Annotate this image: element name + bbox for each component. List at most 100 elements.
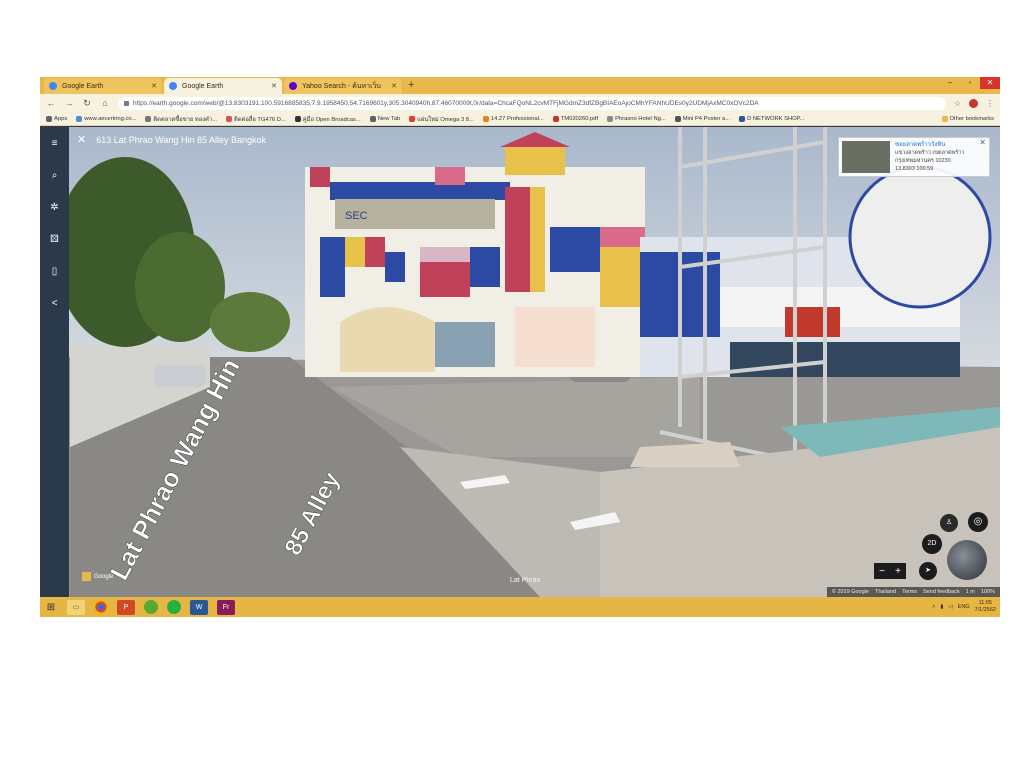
zoom-in-button[interactable]: + bbox=[895, 566, 901, 577]
bookmark-item[interactable]: www.aecertring.co... bbox=[76, 115, 136, 122]
youtube-icon bbox=[409, 115, 416, 122]
close-street-view-icon[interactable]: ✕ bbox=[77, 133, 86, 146]
volume-icon[interactable]: ◁ bbox=[948, 604, 952, 610]
bookmark-item[interactable]: ติดตลาดซื้อขาย ทองคำ... bbox=[145, 114, 217, 124]
forward-arrow-icon[interactable]: → bbox=[64, 98, 74, 108]
street-view-header: ✕ 613 Lat Phrao Wang Hin 85 Alley Bangko… bbox=[77, 133, 266, 146]
tab-close-icon[interactable]: ✕ bbox=[151, 82, 157, 90]
bookmark-label: 14.27 Professional... bbox=[490, 115, 544, 122]
new-tab-button[interactable]: + bbox=[408, 79, 414, 91]
globe-minimap[interactable] bbox=[947, 540, 987, 580]
chevron-up-icon[interactable]: ˄ bbox=[932, 604, 935, 610]
system-clock[interactable]: 11:05 7/1/2562 bbox=[975, 600, 996, 614]
bookmark-label: Mini P4 Poster a... bbox=[682, 115, 731, 122]
bookmark-item[interactable]: New Tab bbox=[369, 115, 400, 122]
projects-icon[interactable]: ▯ bbox=[48, 265, 61, 278]
menu-kebab-icon[interactable]: ⋮ bbox=[986, 99, 994, 108]
new-tab-icon bbox=[369, 115, 376, 122]
scale-text: 1 m bbox=[965, 589, 975, 595]
zoom-control: − + bbox=[874, 563, 906, 579]
profile-avatar-icon[interactable] bbox=[969, 98, 978, 108]
info-card-line: แขวงลาดพร้าว เขตลาดพร้าว bbox=[895, 150, 965, 156]
other-bookmarks-button[interactable]: Other bookmarks bbox=[941, 115, 994, 122]
bookmark-item[interactable]: ติดต่อสื่อ TG476 D... bbox=[226, 114, 286, 124]
street-watermark: Lat Phrao bbox=[510, 577, 540, 584]
parked-car bbox=[155, 365, 205, 387]
word-icon[interactable]: W bbox=[190, 599, 208, 615]
reload-icon[interactable]: ↻ bbox=[82, 98, 92, 109]
voyager-icon[interactable]: ✲ bbox=[48, 201, 61, 214]
home-icon[interactable]: ⌂ bbox=[100, 98, 110, 108]
minimize-button[interactable]: – bbox=[940, 77, 960, 89]
globe-icon bbox=[76, 115, 83, 122]
site-favicon-icon bbox=[294, 115, 301, 122]
attribution-text: Thailand bbox=[874, 589, 897, 595]
terms-link[interactable]: Terms bbox=[902, 589, 917, 595]
bookmark-item[interactable]: Apps bbox=[46, 115, 67, 122]
bookmark-label: แผ่นใหม่ Omega 3 8... bbox=[417, 116, 474, 123]
language-indicator[interactable]: ENG bbox=[958, 604, 970, 610]
yahoo-favicon-icon bbox=[289, 82, 297, 90]
search-icon[interactable]: ⌕ bbox=[48, 169, 61, 182]
tab-close-icon[interactable]: ✕ bbox=[271, 82, 277, 90]
toggle-2d-button[interactable]: 2D bbox=[922, 534, 942, 554]
attribution-text: © 2019 Google bbox=[831, 589, 869, 595]
zoom-out-button[interactable]: − bbox=[879, 566, 885, 577]
apps-grid-icon bbox=[46, 115, 52, 122]
bookmark-item[interactable]: D NETWORK SHOP... bbox=[739, 115, 805, 122]
file-explorer-icon[interactable]: ▭ bbox=[67, 599, 85, 615]
street-view-panorama[interactable]: SEC Lat Phrao Wang Hin 85 Alley Lat Phra… bbox=[40, 127, 1000, 597]
bookmark-label: Other bookmarks bbox=[949, 115, 994, 122]
site-favicon-icon bbox=[607, 115, 614, 122]
bookmark-item[interactable]: Mini P4 Poster a... bbox=[674, 115, 731, 122]
tab-google-earth-1[interactable]: Google Earth ✕ bbox=[44, 78, 162, 94]
info-card-line: กรุงเทพมหานคร 10230 bbox=[895, 158, 951, 164]
bookmark-label: คู่มือ Open Broadcas... bbox=[302, 116, 361, 123]
bookmark-label: Phrasno Hotel Ng... bbox=[615, 115, 666, 122]
info-card-title[interactable]: ซอยลาดพร้าววังหิน bbox=[895, 141, 986, 149]
tab-label: Yahoo Search - ค้นหาเว็บ bbox=[302, 82, 381, 90]
location-info-card[interactable]: ซอยลาดพร้าววังหิน แขวงลาดพร้าว เขตลาดพร้… bbox=[838, 137, 990, 177]
tree-canopy bbox=[210, 292, 290, 352]
menu-icon[interactable]: ≡ bbox=[48, 137, 61, 150]
tab-yahoo-search[interactable]: Yahoo Search - ค้นหาเว็บ ✕ bbox=[284, 78, 402, 94]
url-input[interactable]: https://earth.google.com/web/@13.8303191… bbox=[118, 96, 946, 110]
line-app-icon[interactable] bbox=[167, 600, 181, 614]
chrome-icon[interactable] bbox=[94, 600, 108, 614]
compass-icon[interactable]: ➤ bbox=[919, 562, 937, 580]
my-location-icon[interactable]: ◎ bbox=[968, 512, 988, 532]
bookmark-star-icon[interactable]: ☆ bbox=[954, 99, 961, 108]
pdf-icon bbox=[552, 115, 559, 122]
tab-google-earth-2[interactable]: Google Earth ✕ bbox=[164, 78, 282, 94]
tab-close-icon[interactable]: ✕ bbox=[391, 82, 397, 90]
lock-icon bbox=[124, 100, 129, 106]
close-window-button[interactable]: ✕ bbox=[980, 77, 1000, 89]
fireworks-icon[interactable]: Fr bbox=[217, 599, 235, 615]
attribution-bar: © 2019 Google Thailand Terms Send feedba… bbox=[826, 587, 1000, 597]
street-view-viewport[interactable]: SEC Lat Phrao Wang Hin 85 Alley Lat Phra… bbox=[40, 127, 1000, 597]
network-icon[interactable]: ▮ bbox=[940, 604, 943, 610]
maximize-button[interactable]: ▫ bbox=[960, 77, 980, 89]
bookmark-item[interactable]: คู่มือ Open Broadcas... bbox=[294, 114, 361, 124]
google-earth-logo-icon bbox=[82, 572, 91, 581]
bookmark-item[interactable]: TM020260.pdf bbox=[552, 115, 599, 122]
bookmark-item[interactable]: 14.27 Professional... bbox=[482, 115, 544, 122]
bookmarks-bar: Apps www.aecertring.co... ติดตลาดซื้อขาย… bbox=[40, 112, 1000, 126]
site-favicon-icon bbox=[674, 115, 681, 122]
windows-start-icon[interactable]: ⊞ bbox=[44, 600, 58, 615]
bookmark-label: TM020260.pdf bbox=[560, 115, 599, 122]
back-arrow-icon[interactable]: ← bbox=[46, 98, 56, 108]
bookmark-item[interactable]: แผ่นใหม่ Omega 3 8... bbox=[409, 114, 474, 124]
line-app-icon[interactable] bbox=[144, 600, 158, 614]
bookmark-label: D NETWORK SHOP... bbox=[747, 115, 805, 122]
powerpoint-icon[interactable]: P bbox=[117, 599, 135, 615]
bookmark-item[interactable]: Phrasno Hotel Ng... bbox=[607, 115, 666, 122]
share-icon[interactable]: < bbox=[48, 297, 61, 310]
close-card-icon[interactable]: ✕ bbox=[979, 139, 986, 147]
feedback-link[interactable]: Send feedback bbox=[923, 589, 960, 595]
location-title: 613 Lat Phrao Wang Hin 85 Alley Bangkok bbox=[96, 134, 266, 145]
feeling-lucky-icon[interactable]: ⚄ bbox=[48, 233, 61, 246]
site-favicon-icon bbox=[226, 115, 233, 122]
pegman-icon[interactable]: ♙ bbox=[940, 514, 958, 532]
site-favicon-icon bbox=[482, 115, 489, 122]
